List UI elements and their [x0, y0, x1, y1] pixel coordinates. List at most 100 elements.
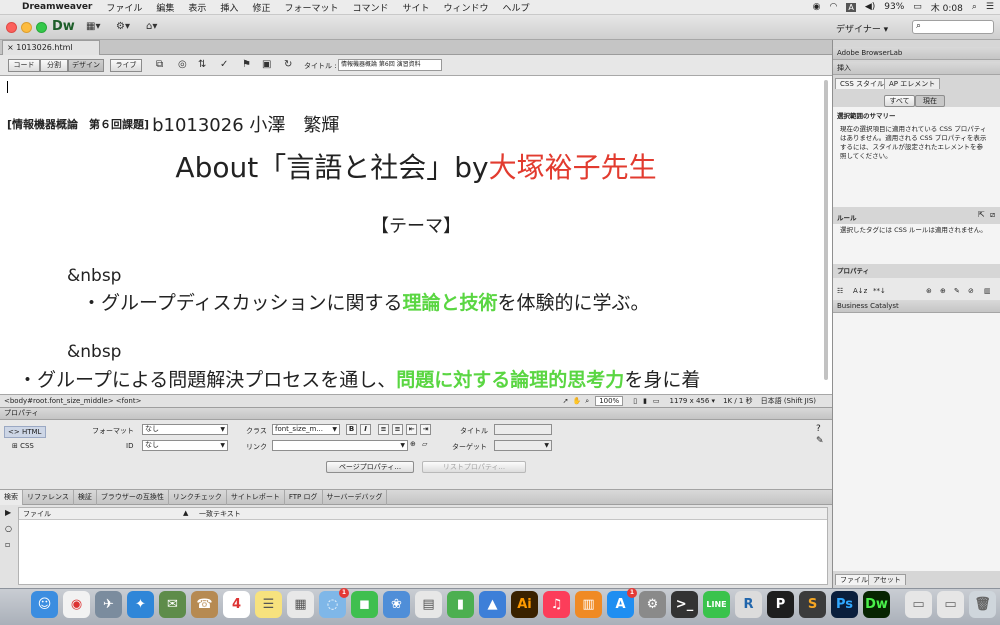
- zoom-window-button[interactable]: [36, 22, 47, 33]
- menu-file[interactable]: ファイル: [106, 1, 142, 14]
- help-icon[interactable]: ?: [816, 424, 821, 434]
- photos-icon[interactable]: ❀: [383, 591, 410, 618]
- mobile-size-icon[interactable]: ▯: [633, 397, 637, 405]
- preview-icon[interactable]: ▦: [287, 591, 314, 618]
- current-button[interactable]: 現在: [915, 95, 945, 107]
- vertical-scrollbar[interactable]: [824, 80, 828, 380]
- class-select[interactable]: font_size_m... ▼: [272, 424, 340, 435]
- ibooks-icon[interactable]: ▥: [575, 591, 602, 618]
- tab-css-styles[interactable]: CSS スタイル: [835, 78, 889, 89]
- visual-aids-icon[interactable]: ▣: [262, 59, 271, 70]
- notification-icon[interactable]: ◉: [813, 2, 821, 12]
- w3c-validation-icon[interactable]: ✓: [220, 59, 228, 70]
- select-tool-icon[interactable]: ➚: [563, 397, 569, 405]
- trash-dock-icon[interactable]: 🗑: [969, 591, 996, 618]
- app-store-icon[interactable]: A1: [607, 588, 637, 618]
- contacts-icon[interactable]: ☎: [191, 591, 218, 618]
- tab-link-check[interactable]: リンクチェック: [169, 489, 227, 505]
- html-mode-button[interactable]: <> HTML: [4, 426, 46, 438]
- tab-server-debug[interactable]: サーバーデバッグ: [323, 489, 388, 505]
- unordered-list-icon[interactable]: ≡: [378, 424, 389, 435]
- chrome-icon[interactable]: ◉: [63, 591, 90, 618]
- p-app-icon[interactable]: P: [767, 591, 794, 618]
- pages-icon[interactable]: ▤: [415, 591, 442, 618]
- volume-icon[interactable]: ◀): [865, 2, 875, 12]
- system-preferences-icon[interactable]: ⚙: [639, 591, 666, 618]
- edit-rule-icon[interactable]: ✎: [954, 287, 960, 295]
- document-title-input[interactable]: 情報機器概論 第6回 演習資料: [338, 59, 442, 71]
- link-input[interactable]: ▼: [272, 440, 408, 451]
- tab-reference[interactable]: リファレンス: [23, 489, 74, 505]
- help-search-input[interactable]: ⌕: [912, 20, 994, 34]
- facetime-icon[interactable]: ◼: [351, 591, 378, 618]
- tag-path[interactable]: <body#root.font_size_middle> <font>: [4, 397, 141, 405]
- list-properties-button[interactable]: リストプロパティ...: [422, 461, 526, 473]
- terminal-icon[interactable]: >_: [671, 591, 698, 618]
- browserlab-header[interactable]: Adobe BrowserLab: [833, 47, 1000, 60]
- point-to-file-icon[interactable]: ⊕: [410, 440, 416, 448]
- play-icon[interactable]: ▶: [5, 508, 11, 517]
- tab-site-reports[interactable]: サイトレポート: [227, 489, 285, 505]
- split-view-button[interactable]: 分割: [40, 59, 68, 72]
- tab-search[interactable]: 検索: [0, 489, 23, 505]
- menu-site[interactable]: サイト: [402, 1, 429, 14]
- menu-format[interactable]: フォーマット: [284, 1, 338, 14]
- keynote-icon[interactable]: ▲: [479, 591, 506, 618]
- show-info-icon[interactable]: ⧄: [990, 210, 995, 220]
- attach-style-icon[interactable]: ⊛: [926, 287, 932, 295]
- sublime-icon[interactable]: S: [799, 591, 826, 618]
- css-mode-button[interactable]: ⊞ CSS: [12, 442, 34, 450]
- launchpad-icon[interactable]: ✈: [95, 591, 122, 618]
- window-size[interactable]: 1179 x 456 ▾: [670, 397, 716, 405]
- sort-az-icon[interactable]: A↓z: [853, 287, 867, 295]
- tablet-size-icon[interactable]: ▮: [643, 397, 647, 405]
- site-icon[interactable]: ⌂▾: [146, 21, 157, 32]
- disable-icon[interactable]: ⊘: [968, 287, 974, 295]
- column-match-text[interactable]: 一致テキスト: [199, 509, 241, 519]
- show-cascade-icon[interactable]: ⇱: [978, 210, 985, 219]
- trash-icon[interactable]: ▥: [984, 287, 991, 295]
- photoshop-icon[interactable]: Ps: [831, 591, 858, 618]
- minimize-window-button[interactable]: [21, 22, 32, 33]
- clear-icon[interactable]: ▫: [5, 540, 10, 549]
- menu-window[interactable]: ウィンドウ: [444, 1, 489, 14]
- workspace-switcher[interactable]: デザイナー ▾: [836, 22, 888, 35]
- quick-tag-editor-icon[interactable]: ✎: [816, 436, 824, 446]
- mail-icon[interactable]: ✉: [159, 591, 186, 618]
- documents-stack-icon[interactable]: ▭: [905, 591, 932, 618]
- multiscreen-icon[interactable]: ⧉: [156, 59, 163, 70]
- browse-folder-icon[interactable]: ▱: [422, 440, 427, 448]
- itunes-icon[interactable]: ♫: [543, 591, 570, 618]
- stop-icon[interactable]: ○: [5, 524, 12, 533]
- messages-icon[interactable]: ◌ 1: [319, 588, 349, 618]
- menu-commands[interactable]: コマンド: [352, 1, 388, 14]
- outdent-icon[interactable]: ⇤: [406, 424, 417, 435]
- dreamweaver-dock-icon[interactable]: Dw: [863, 591, 890, 618]
- battery-percent[interactable]: 93%: [884, 2, 904, 12]
- id-select[interactable]: なし ▼: [142, 440, 228, 451]
- italic-button[interactable]: I: [360, 424, 371, 435]
- close-window-button[interactable]: [6, 22, 17, 33]
- clock[interactable]: 木 0:08: [931, 1, 963, 14]
- layout-icon[interactable]: ▦▾: [86, 21, 100, 32]
- document-tab[interactable]: × 1013026.html (XHTML): [2, 40, 100, 65]
- code-view-button[interactable]: コード: [8, 59, 40, 72]
- ordered-list-icon[interactable]: ≡: [392, 424, 403, 435]
- check-browser-icon[interactable]: ⚑: [242, 59, 251, 70]
- title-input[interactable]: [494, 424, 552, 435]
- preview-browser-icon[interactable]: ◎: [178, 59, 187, 70]
- design-view-button[interactable]: デザイン: [68, 59, 104, 72]
- tab-ftp-log[interactable]: FTP ログ: [285, 489, 323, 505]
- line-icon[interactable]: LINE: [703, 591, 730, 618]
- downloads-stack-icon[interactable]: ▭: [937, 591, 964, 618]
- menu-help[interactable]: ヘルプ: [503, 1, 530, 14]
- menu-modify[interactable]: 修正: [252, 1, 270, 14]
- properties-panel-header[interactable]: プロパティ: [0, 407, 832, 420]
- zoom-tool-icon[interactable]: ⌕: [585, 397, 589, 406]
- input-method-icon[interactable]: A: [846, 2, 856, 12]
- tab-ap-elements[interactable]: AP エレメント: [884, 78, 941, 89]
- format-select[interactable]: なし ▼: [142, 424, 228, 435]
- refresh-icon[interactable]: ↻: [284, 59, 292, 70]
- hand-tool-icon[interactable]: ✋: [573, 397, 582, 405]
- insert-header[interactable]: 挿入: [833, 62, 1000, 75]
